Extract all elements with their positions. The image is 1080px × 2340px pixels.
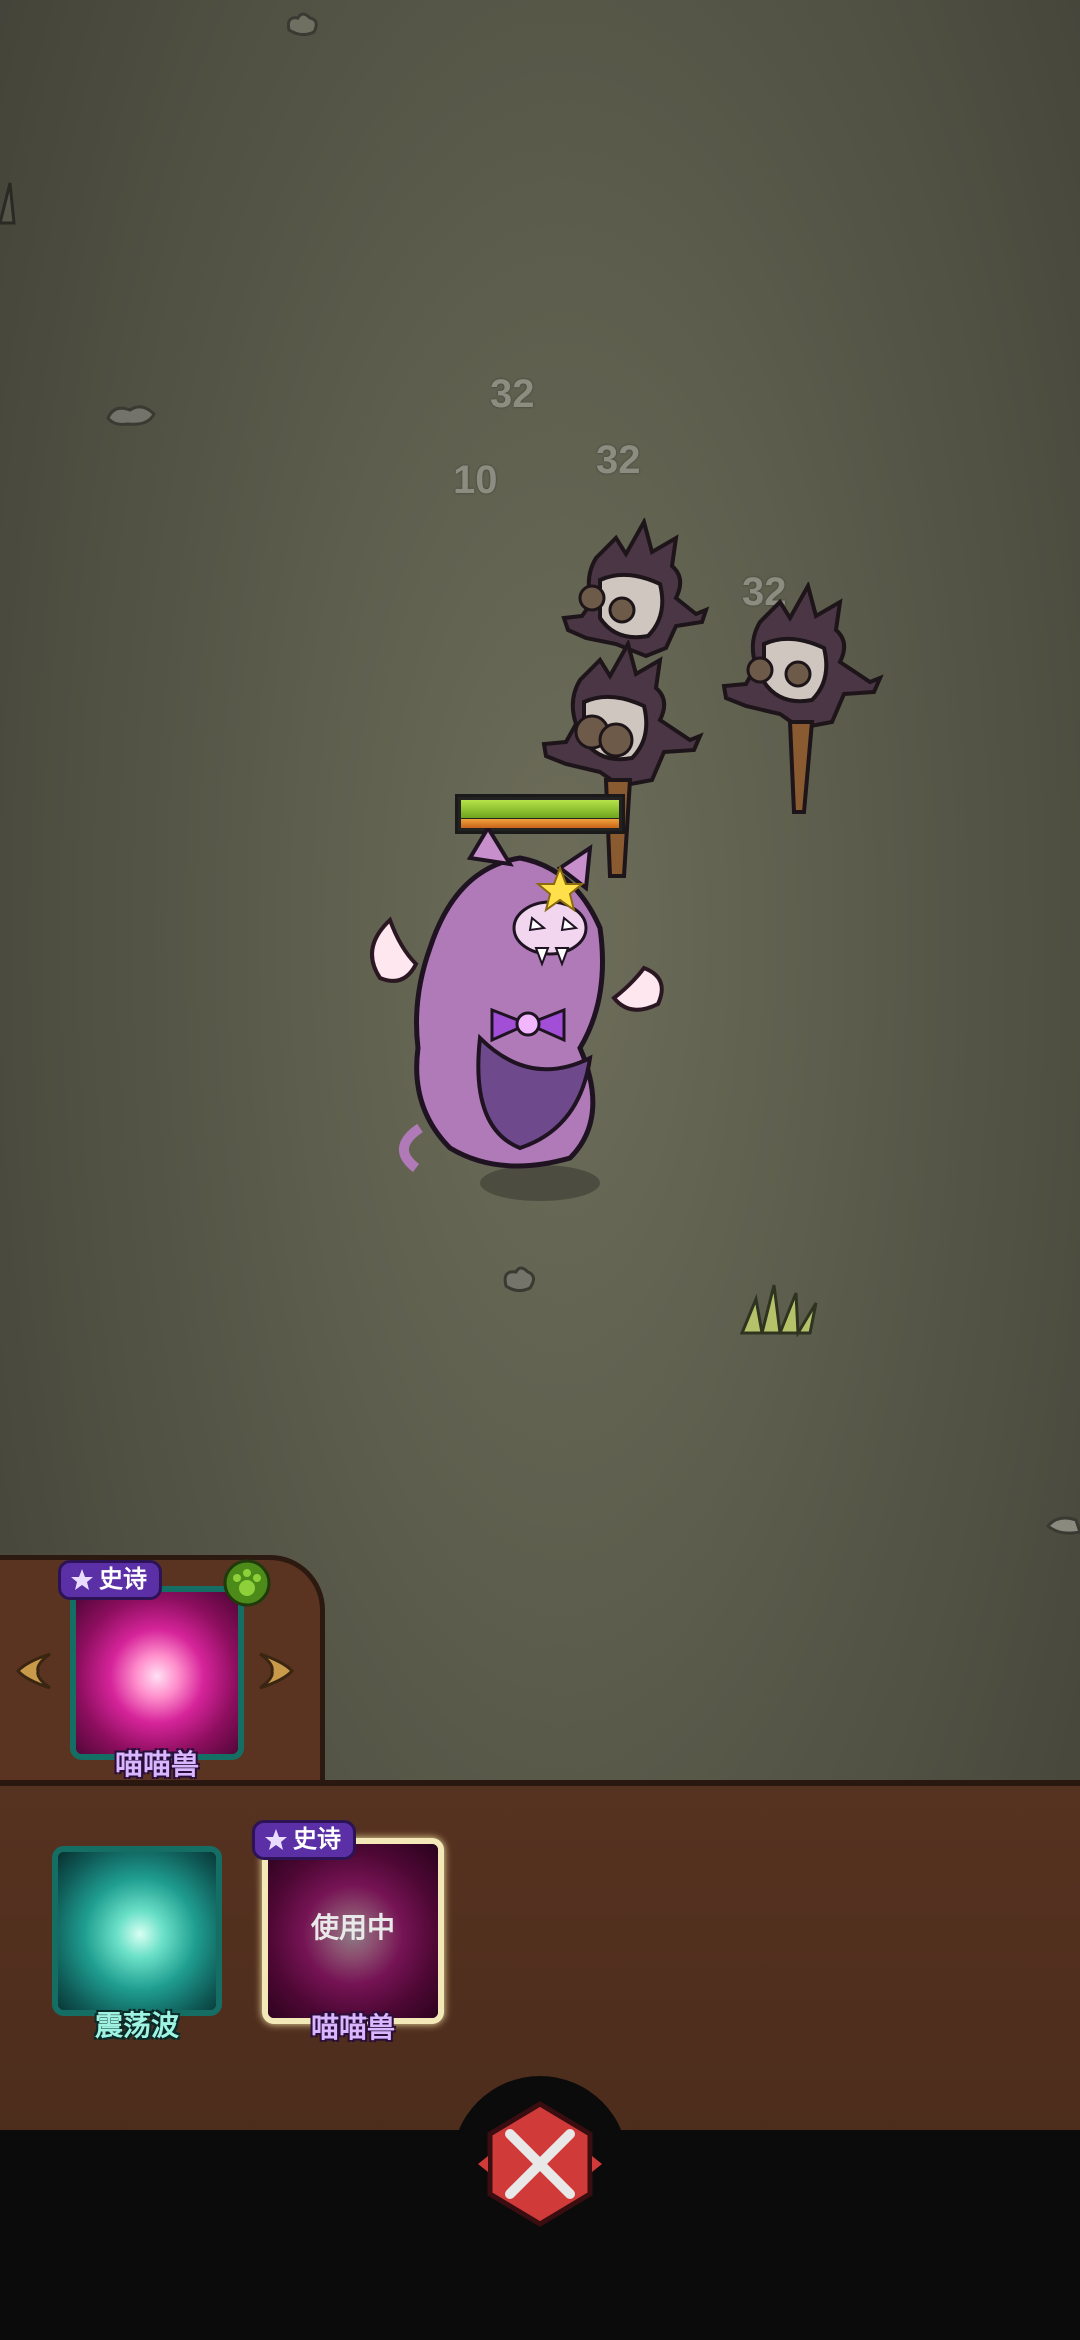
pebble-decoration xyxy=(106,405,156,426)
wing-arrow-icon[interactable] xyxy=(258,1650,296,1692)
skill-card-meow-beast[interactable]: 使用中 xyxy=(262,1838,444,2024)
game-stage[interactable]: 32 32 10 10 32 xyxy=(0,0,1080,2340)
skill-card-shockwave[interactable] xyxy=(52,1846,222,2016)
rarity-label: 史诗 xyxy=(293,1826,341,1853)
pebble-decoration xyxy=(286,12,318,37)
skill-card-label: 震荡波 xyxy=(94,2010,179,2041)
rarity-label: 史诗 xyxy=(99,1566,147,1593)
selected-skill-name: 喵喵兽 xyxy=(114,1749,199,1780)
damage-number: 10 xyxy=(453,458,498,502)
star-icon xyxy=(265,1829,287,1850)
wing-arrow-icon[interactable] xyxy=(14,1650,52,1692)
hero-cat-character[interactable] xyxy=(360,828,670,1208)
hero-health-fill xyxy=(461,800,619,818)
pebble-decoration xyxy=(1046,1516,1080,1535)
selected-skill-card[interactable] xyxy=(70,1586,244,1760)
rarity-badge: 史诗 xyxy=(58,1560,162,1600)
skill-art xyxy=(76,1592,238,1754)
close-button[interactable] xyxy=(452,2076,628,2252)
paw-icon xyxy=(223,1559,271,1607)
close-x-icon xyxy=(478,2101,602,2227)
damage-number: 32 xyxy=(596,438,641,482)
scarecrow-enemy[interactable] xyxy=(720,582,890,814)
in-use-label: 使用中 xyxy=(310,1912,395,1943)
grass-decoration xyxy=(739,1284,818,1337)
pebble-decoration xyxy=(503,1266,535,1293)
damage-number: 32 xyxy=(490,372,535,416)
rarity-badge: 史诗 xyxy=(252,1820,356,1860)
hero-energy-fill xyxy=(461,819,619,828)
skill-art xyxy=(58,1852,216,2010)
grass-decoration xyxy=(0,182,16,225)
skill-card-label: 喵喵兽 xyxy=(310,2012,395,2043)
star-icon xyxy=(71,1569,93,1590)
